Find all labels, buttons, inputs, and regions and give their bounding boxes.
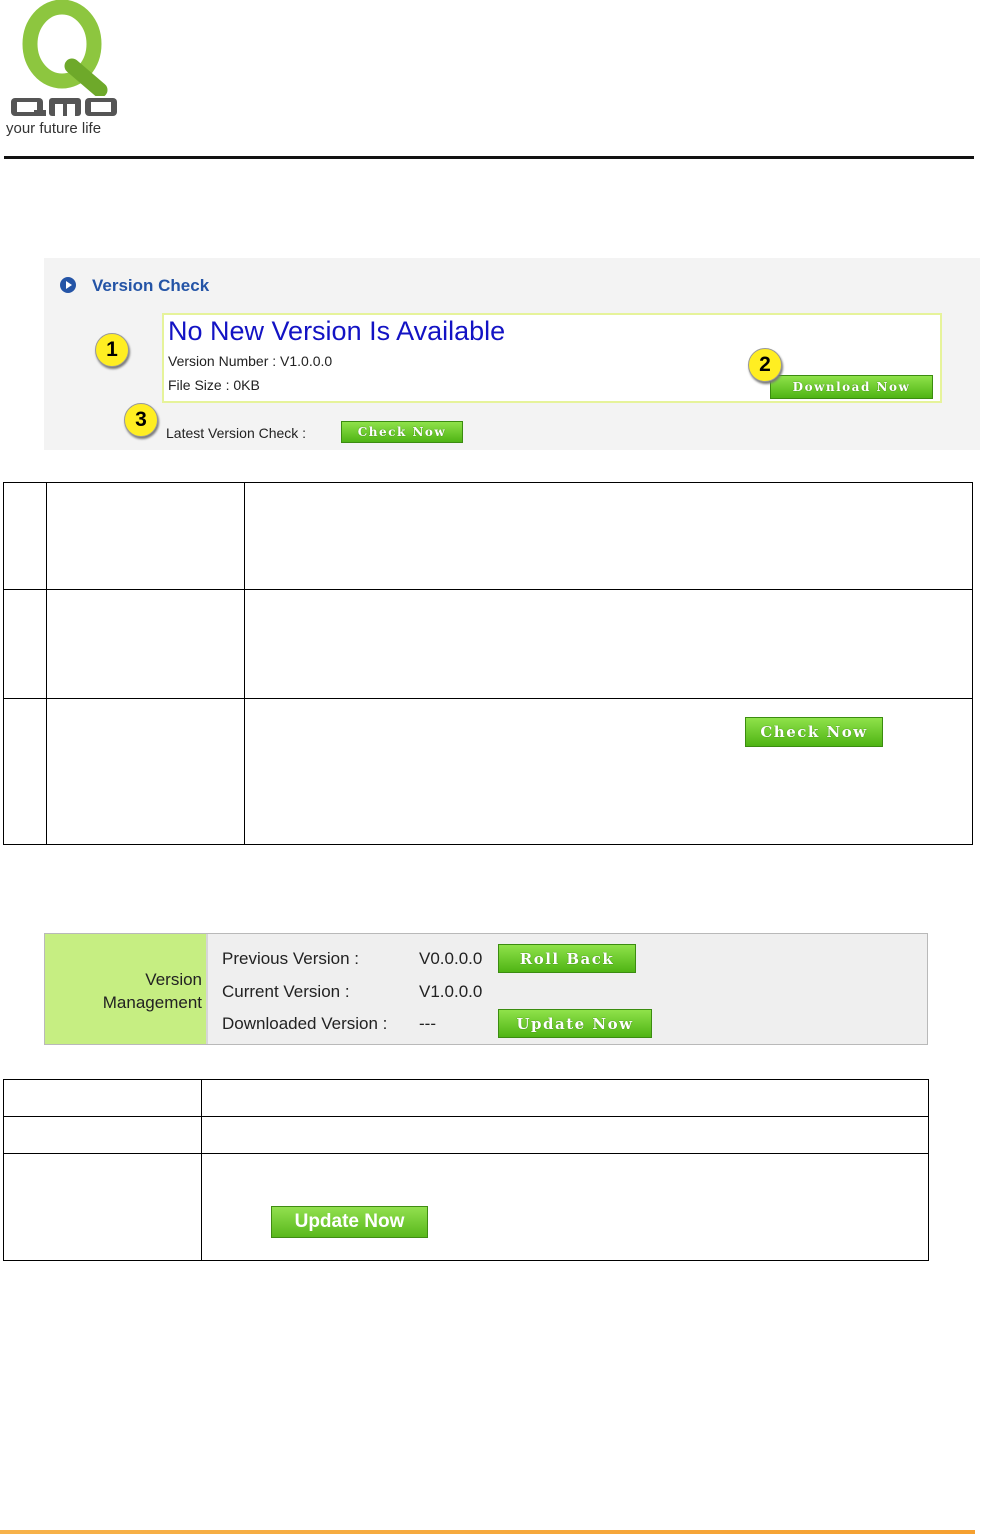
check-now-button[interactable]: Check Now [341, 421, 463, 443]
latest-version-check-label: Latest Version Check : [166, 425, 307, 441]
section-bullet-icon [60, 277, 76, 293]
version-check-title: Version Check [92, 276, 210, 295]
current-version-label: Current Version : [222, 982, 350, 1001]
table-update-now-button[interactable]: Update Now [271, 1206, 428, 1238]
table-row [3, 1079, 929, 1117]
version-check-description-table [3, 482, 973, 845]
callout-badge-2: 2 [748, 348, 782, 382]
current-version-value: V1.0.0.0 [419, 982, 483, 1001]
logo-tagline: your future life [6, 120, 102, 137]
callout-badge-1: 1 [95, 333, 129, 367]
file-size: File Size : 0KB [168, 377, 260, 393]
download-now-button[interactable]: Download Now [770, 375, 933, 399]
qno-logo [4, 0, 119, 140]
callout-badge-3: 3 [124, 403, 158, 437]
roll-back-button[interactable]: Roll Back [498, 944, 636, 973]
update-now-button-disabled[interactable]: Update Now [498, 1009, 652, 1038]
table-row [3, 1153, 929, 1261]
table-row [3, 482, 973, 590]
table-row [3, 589, 973, 699]
previous-version-value: V0.0.0.0 [419, 949, 483, 968]
footer-divider [0, 1530, 975, 1534]
version-status-headline: No New Version Is Available [168, 316, 506, 346]
table-row [3, 1116, 929, 1154]
header-divider [4, 156, 974, 159]
downloaded-version-label: Downloaded Version : [222, 1014, 388, 1033]
previous-version-label: Previous Version : [222, 949, 360, 968]
table-check-now-button[interactable]: Check Now [745, 717, 883, 747]
version-management-description-table [3, 1079, 929, 1261]
version-management-label: Version Management [102, 970, 202, 1012]
version-number: Version Number : V1.0.0.0 [168, 353, 333, 369]
downloaded-version-value: --- [419, 1014, 436, 1033]
